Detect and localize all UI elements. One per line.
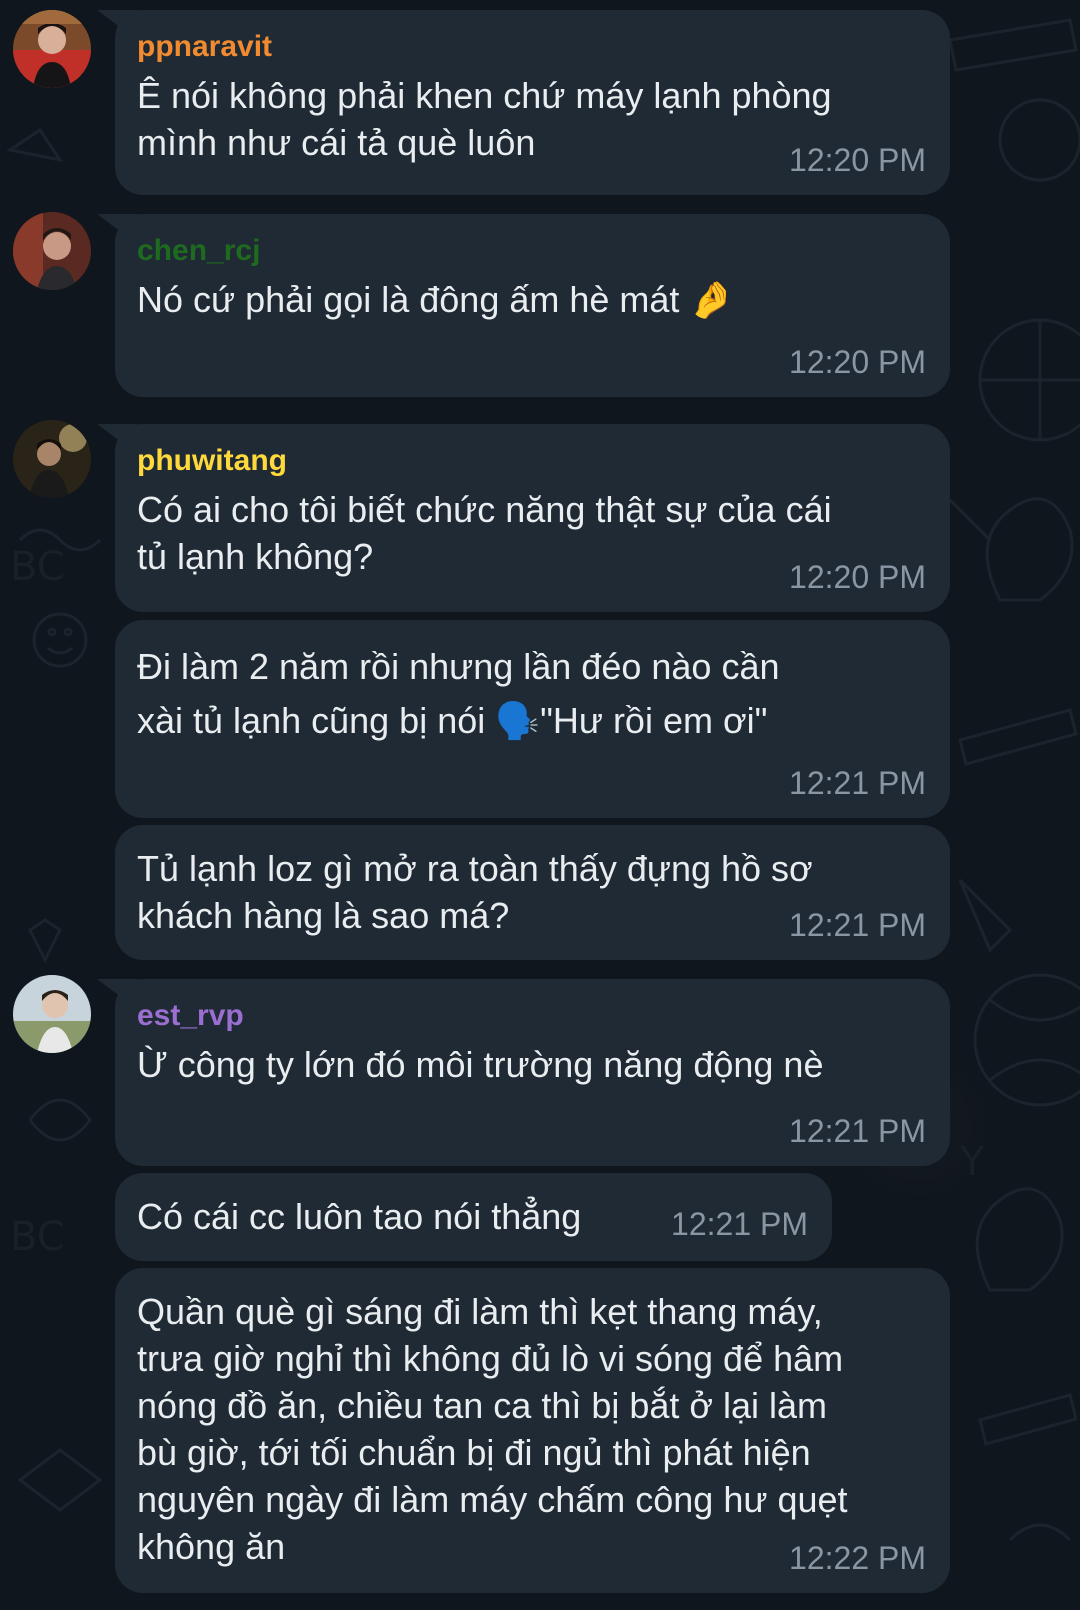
message-bubble[interactable]: chen_rcj Nó cứ phải gọi là đông ấm hè má… [115,214,950,397]
message-text: Quần què gì sáng đi làm thì kẹt thang má… [137,1291,848,1567]
message-bubble[interactable]: est_rvp Ừ công ty lớn đó môi trường năng… [115,979,950,1166]
message-time: 12:20 PM [789,559,926,595]
message-text: Đi làm 2 năm rồi nhưng lần đéo nào cần x… [137,646,780,741]
chat-area[interactable]: BC BC Y ppnaravit Ê nói không phải khen … [0,0,1080,1610]
message-time: 12:20 PM [789,344,926,380]
svg-text:BC: BC [10,544,65,590]
sender-name[interactable]: phuwitang [137,442,928,480]
avatar-chen-rcj[interactable] [13,212,91,290]
sender-name[interactable]: est_rvp [137,997,928,1035]
message-bubble[interactable]: phuwitang Có ai cho tôi biết chức năng t… [115,424,950,612]
message-time: 12:21 PM [671,1206,808,1242]
message-bubble[interactable]: Tủ lạnh loz gì mở ra toàn thấy đựng hồ s… [115,825,950,960]
message-text: Nó cứ phải gọi là đông ấm hè mát 🤌 [137,279,735,320]
avatar-est-rvp[interactable] [13,975,91,1053]
avatar-image [13,212,91,290]
message-bubble[interactable]: Đi làm 2 năm rồi nhưng lần đéo nào cần x… [115,620,950,818]
message-bubble[interactable]: Có cái cc luôn tao nói thẳng 12:21 PM [115,1173,832,1261]
message-time: 12:22 PM [789,1540,926,1576]
sender-name[interactable]: chen_rcj [137,232,928,270]
avatar-image [13,975,91,1053]
sender-name[interactable]: ppnaravit [137,28,928,66]
message-time: 12:20 PM [789,142,926,178]
message-text: Ừ công ty lớn đó môi trường năng động nè [137,1044,824,1085]
message-bubble[interactable]: Quần què gì sáng đi làm thì kẹt thang má… [115,1268,950,1593]
avatar-image [13,420,91,498]
message-time: 12:21 PM [789,1113,926,1149]
avatar-ppnaravit[interactable] [13,10,91,88]
message-bubble[interactable]: ppnaravit Ê nói không phải khen chứ máy … [115,10,950,195]
svg-text:BC: BC [10,1214,65,1260]
avatar-phuwitang[interactable] [13,420,91,498]
message-time: 12:21 PM [789,907,926,943]
avatar-image [13,10,91,88]
message-time: 12:21 PM [789,765,926,801]
svg-text:Y: Y [959,1139,985,1185]
